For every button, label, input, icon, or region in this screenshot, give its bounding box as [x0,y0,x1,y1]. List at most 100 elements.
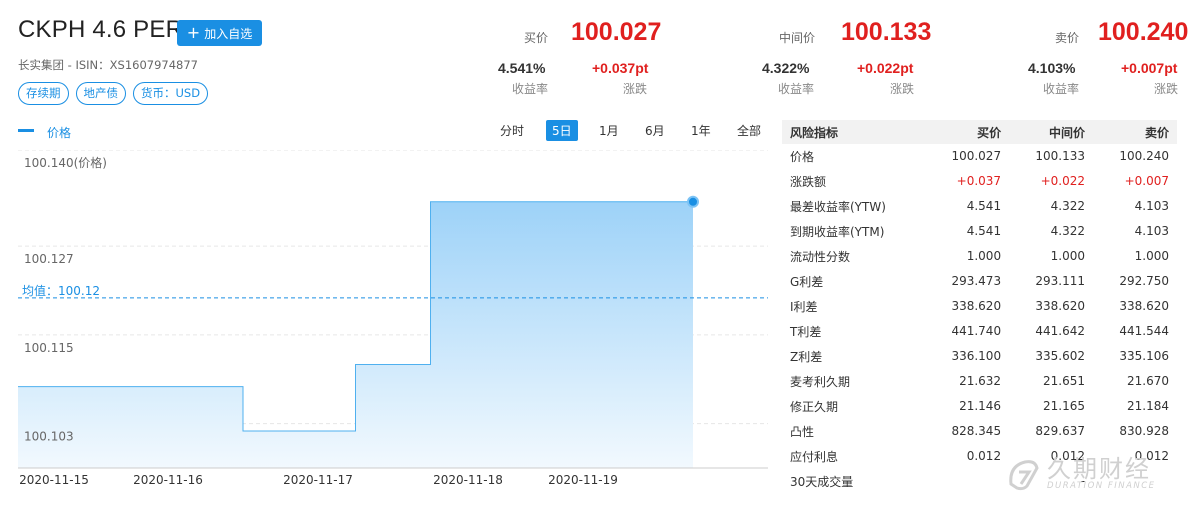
tag-status[interactable]: 存续期 [18,82,69,105]
range-1m[interactable]: 1月 [599,122,619,139]
ask-value: 21.670 [1093,368,1177,394]
ask-price: 100.240 [1098,18,1189,46]
watermark-subtitle: DURATION FINANCE [1047,481,1156,491]
table-row: 凸性 828.345 829.637 830.928 [782,418,1177,444]
ask-change: +0.007pt [1121,60,1178,76]
y-tick-label: 100.140(价格) [24,155,107,170]
header-mid: 中间价 [1009,120,1094,144]
bid-yield: 4.541% [498,60,546,76]
watermark-name: 久期财经 [1047,455,1151,483]
ask-value: 292.750 [1093,268,1177,294]
mid-label: 中间价 [779,31,816,45]
metric-name: I利差 [782,293,926,319]
ask-change-label: 涨跌 [1154,82,1179,96]
ask-value: 21.184 [1093,393,1177,419]
bid-value: 4.541 [925,218,1010,244]
bid-label: 买价 [524,31,549,45]
bid-value: 21.632 [925,368,1010,394]
bid-value: 441.740 [925,318,1010,344]
table-row: 修正久期 21.146 21.165 21.184 [782,393,1177,419]
tag-sector[interactable]: 地产债 [75,82,126,105]
risk-table-body: 价格 100.027 100.133 100.240 涨跌额 +0.037 +0.022 +0… [782,144,1177,494]
range-all[interactable]: 全部 [737,122,761,139]
metric-name: Z利差 [782,343,926,369]
x-tick-label: 2020-11-17 [283,473,353,487]
ask-yield-label: 收益率 [1043,82,1080,96]
bid-yield-label: 收益率 [512,82,549,96]
metric-name: 应付利息 [782,443,926,469]
mid-value: 4.322 [1009,193,1094,219]
range-intraday[interactable]: 分时 [500,122,524,139]
add-to-watchlist-button[interactable]: + 加入自选 [177,20,262,46]
metric-name: 修正久期 [782,393,926,419]
bid-value: 100.027 [925,144,1010,169]
mid-change-label: 涨跌 [890,82,915,96]
range-6m[interactable]: 6月 [645,122,665,139]
tag-list: 存续期 地产债 货币：USD [18,82,209,105]
bid-value: 828.345 [925,418,1010,444]
mean-label: 均值：100.12 [22,283,100,298]
mid-value: 338.620 [1009,293,1094,319]
mid-yield-label: 收益率 [778,82,815,96]
x-tick-label: 2020-11-18 [433,473,503,487]
ask-value: 100.240 [1093,144,1177,169]
table-row: I利差 338.620 338.620 338.620 [782,293,1177,319]
mid-value: 441.642 [1009,318,1094,344]
bid-price: 100.027 [571,18,662,46]
watermark: 久期财经 DURATION FINANCE [1005,456,1156,492]
legend-series-name[interactable]: 价格 [47,124,71,141]
table-row: G利差 293.473 293.111 292.750 [782,268,1177,294]
price-chart[interactable]: 100.140(价格) 100.127 100.115 100.103 均值：100.… [18,150,768,490]
header-metric: 风险指标 [782,120,926,144]
table-row: Z利差 336.100 335.602 335.106 [782,343,1177,369]
table-row: 麦考利久期 21.632 21.651 21.670 [782,368,1177,394]
bid-value: 21.146 [925,393,1010,419]
mid-value: 4.322 [1009,218,1094,244]
bid-change: +0.037pt [592,60,649,76]
ask-value: 4.103 [1093,193,1177,219]
plus-icon: + [186,23,201,42]
range-5d[interactable]: 5日 [546,120,578,141]
ask-value: 4.103 [1093,218,1177,244]
bond-title: CKPH 4.6 PERP [18,16,200,43]
metric-name: 麦考利久期 [782,368,926,394]
tag-currency[interactable]: 货币：USD [133,82,209,105]
x-tick-label: 2020-11-15 [19,473,89,487]
mid-value: 100.133 [1009,144,1094,169]
add-to-watchlist-label: 加入自选 [204,26,253,41]
mid-yield: 4.322% [762,60,810,76]
bid-value: 4.541 [925,193,1010,219]
last-price-marker[interactable] [687,195,699,208]
bid-value [925,468,1010,494]
ask-yield: 4.103% [1028,60,1076,76]
bid-value: 336.100 [925,343,1010,369]
legend-swatch [18,129,34,132]
bid-value: 338.620 [925,293,1010,319]
mid-change: +0.022pt [857,60,914,76]
ask-value: 335.106 [1093,343,1177,369]
table-row: 价格 100.027 100.133 100.240 [782,144,1177,169]
range-1y[interactable]: 1年 [691,122,711,139]
ask-value: 338.620 [1093,293,1177,319]
metric-name: 价格 [782,144,926,169]
x-tick-label: 2020-11-16 [133,473,203,487]
metric-name: 流动性分数 [782,243,926,269]
table-row: 最差收益率(YTW) 4.541 4.322 4.103 [782,193,1177,219]
table-header-row: 风险指标 买价 中间价 卖价 [782,120,1177,144]
mid-value: 293.111 [1009,268,1094,294]
mid-value: 1.000 [1009,243,1094,269]
bid-value: 1.000 [925,243,1010,269]
mid-value: 335.602 [1009,343,1094,369]
mid-price: 100.133 [841,18,932,46]
ask-value: 830.928 [1093,418,1177,444]
metric-name: 最差收益率(YTW) [782,193,926,219]
header-ask: 卖价 [1093,120,1177,144]
ask-value: +0.007 [1093,168,1177,194]
bid-value: 0.012 [925,443,1010,469]
x-tick-label: 2020-11-19 [548,473,618,487]
metric-name: 30天成交量 [782,468,926,494]
mid-value: +0.022 [1009,168,1094,194]
table-row: 涨跌额 +0.037 +0.022 +0.007 [782,168,1177,194]
table-row: 流动性分数 1.000 1.000 1.000 [782,243,1177,269]
mid-value: 21.165 [1009,393,1094,419]
